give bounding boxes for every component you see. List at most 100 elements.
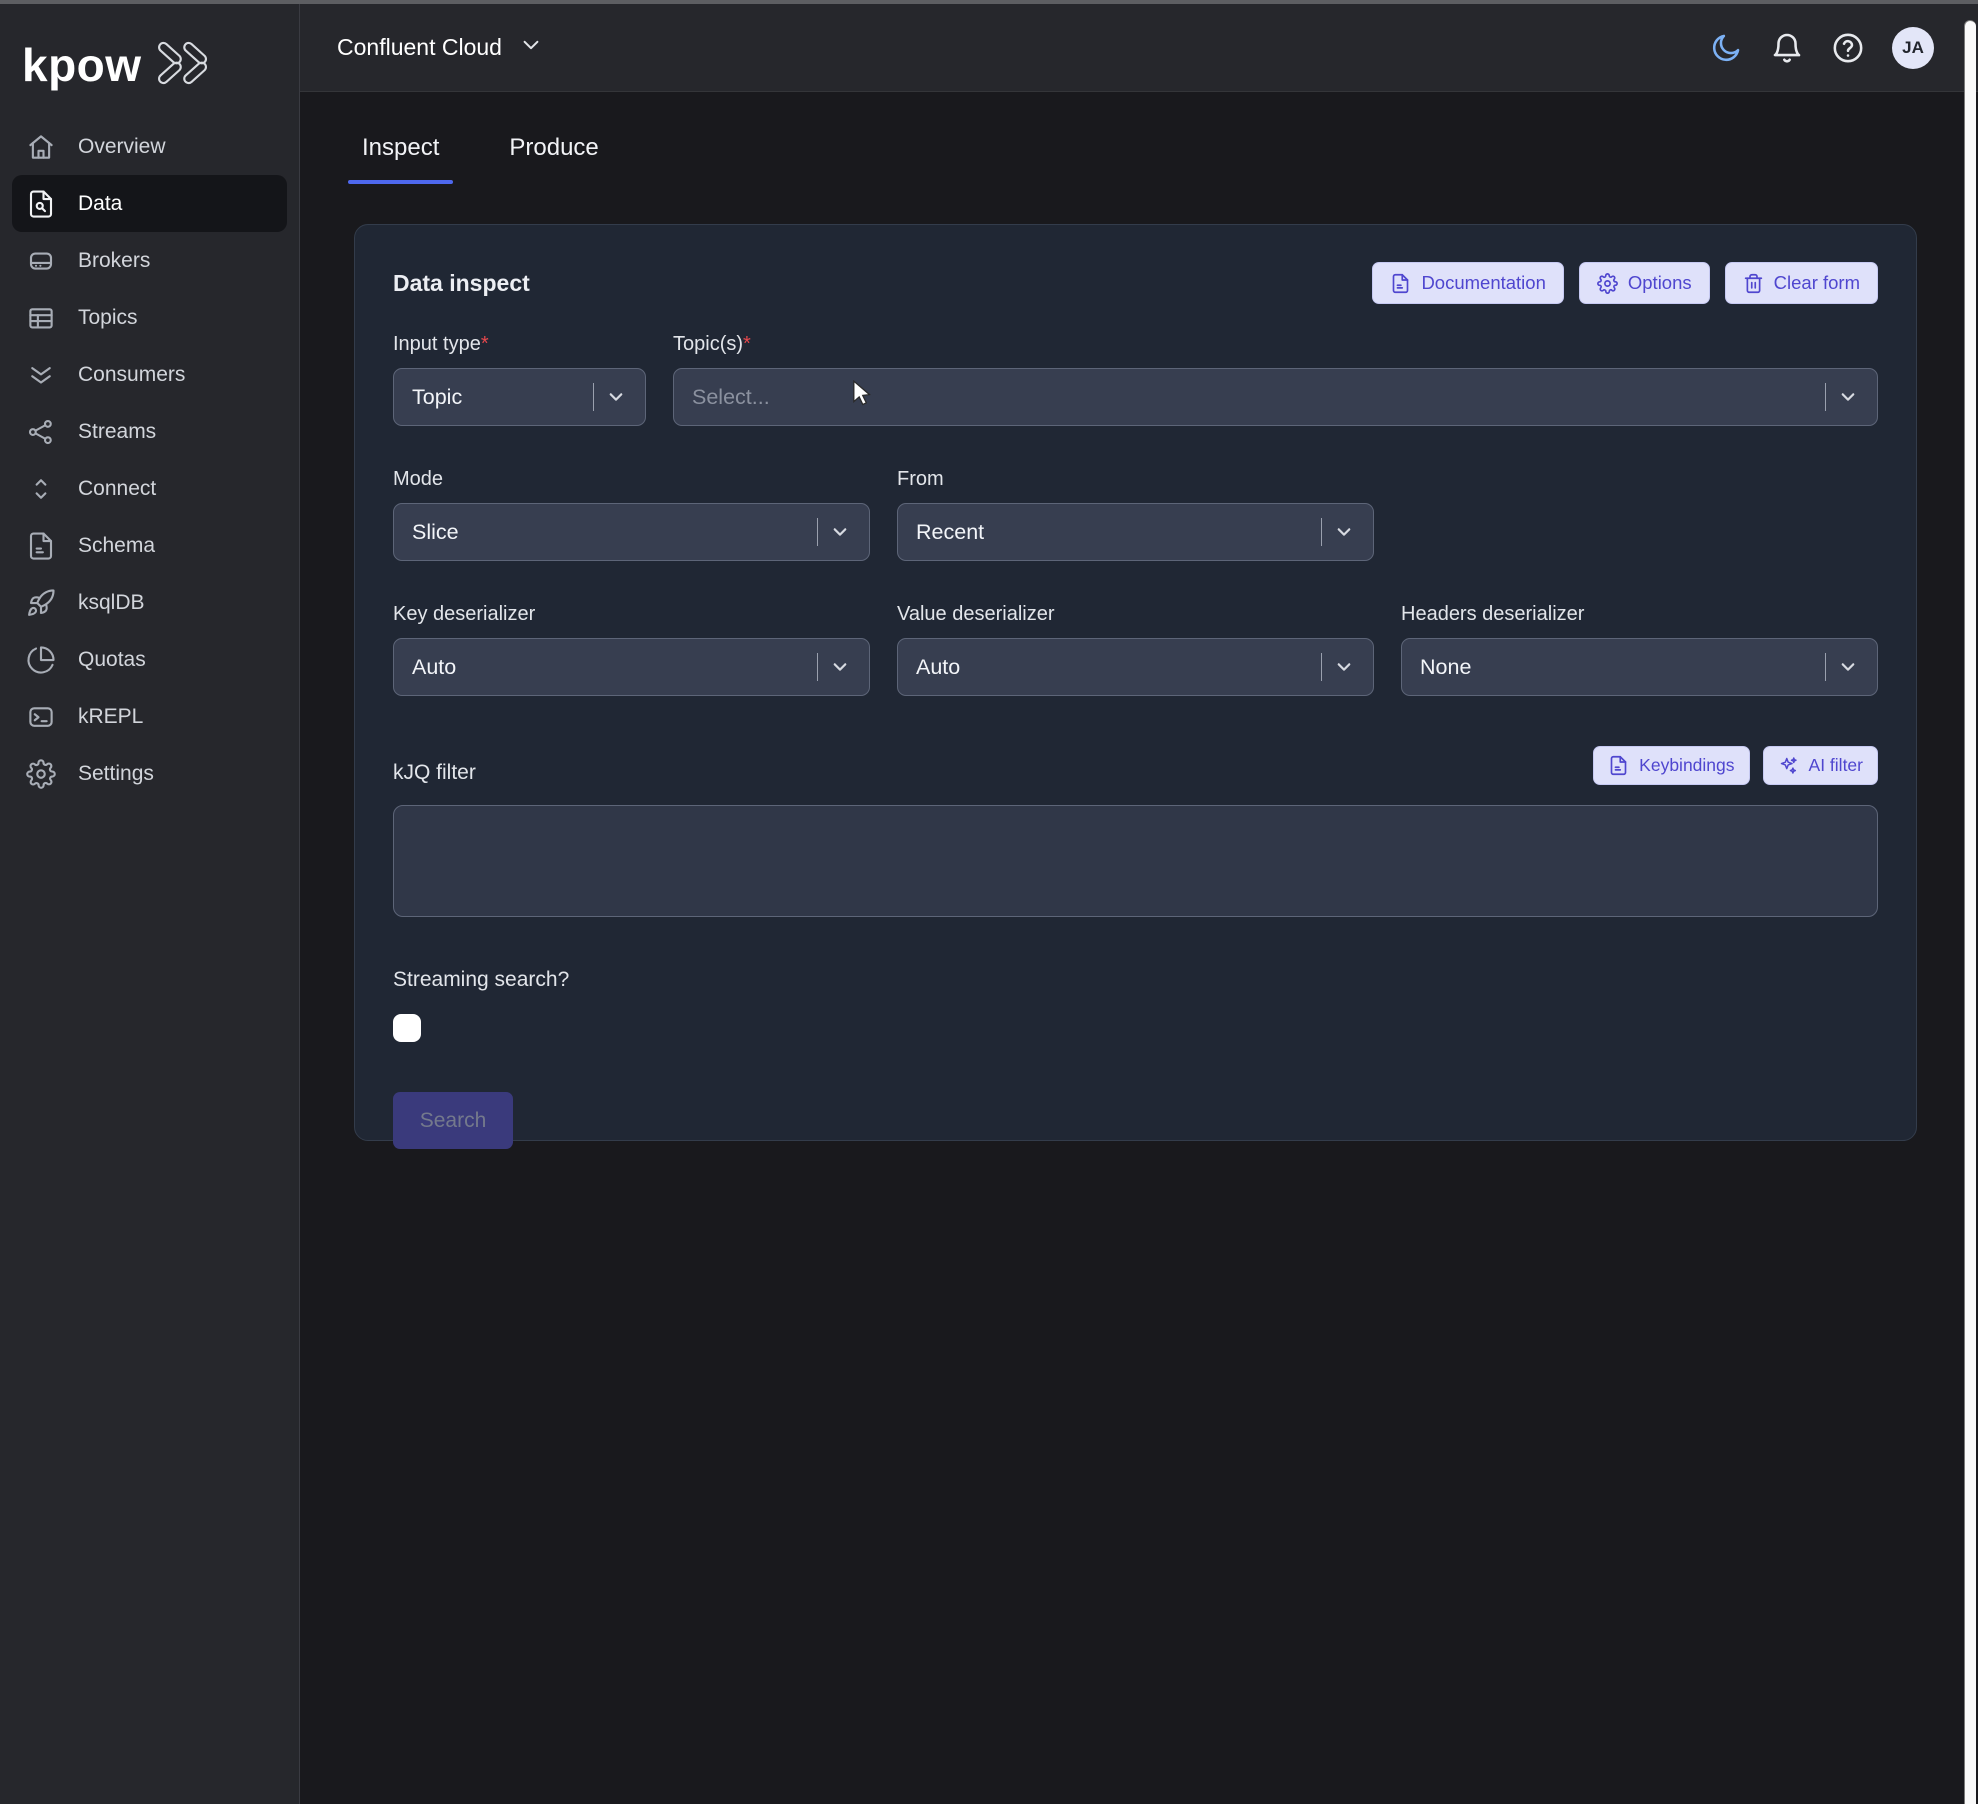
chevron-down-icon — [1335, 523, 1373, 541]
ai-filter-button[interactable]: AI filter — [1763, 746, 1878, 785]
environment-switcher[interactable]: Confluent Cloud — [337, 34, 542, 62]
sidebar-item-streams[interactable]: Streams — [0, 403, 299, 460]
gear-icon — [26, 759, 56, 789]
tab-inspect[interactable]: Inspect — [354, 128, 447, 184]
panel-title: Data inspect — [393, 270, 530, 297]
sidebar: kpow Overview Data — [0, 4, 300, 1804]
topics-select[interactable]: Select... — [673, 368, 1878, 426]
data-inspect-panel: Data inspect Documentation Options — [354, 224, 1917, 1141]
chevron-down-icon — [831, 658, 869, 676]
streaming-search-label: Streaming search? — [393, 968, 1878, 992]
headers-deserializer-select[interactable]: None — [1401, 638, 1878, 696]
sidebar-item-settings[interactable]: Settings — [0, 745, 299, 802]
key-deserializer-label: Key deserializer — [393, 603, 870, 626]
value-deserializer-select[interactable]: Auto — [897, 638, 1374, 696]
bell-icon[interactable] — [1770, 31, 1804, 65]
sidebar-item-overview[interactable]: Overview — [0, 118, 299, 175]
sidebar-item-topics[interactable]: Topics — [0, 289, 299, 346]
topbar-icons: JA — [1709, 27, 1934, 69]
sidebar-item-ksqldb[interactable]: ksqlDB — [0, 574, 299, 631]
mode-label: Mode — [393, 468, 870, 491]
moon-icon[interactable] — [1709, 31, 1743, 65]
sidebar-item-quotas[interactable]: Quotas — [0, 631, 299, 688]
sidebar-item-schema[interactable]: Schema — [0, 517, 299, 574]
pie-chart-icon — [26, 645, 56, 675]
sidebar-item-data[interactable]: Data — [12, 175, 287, 232]
main-content: Inspect Produce Data inspect Documentati… — [300, 92, 1978, 1804]
kjq-filter-input[interactable] — [393, 805, 1878, 917]
sidebar-nav: Overview Data Brokers — [0, 118, 299, 802]
sidebar-item-krepl[interactable]: kREPL — [0, 688, 299, 745]
from-field: From Recent — [897, 468, 1374, 561]
documentation-button[interactable]: Documentation — [1372, 262, 1563, 304]
sidebar-item-label: Data — [78, 192, 122, 216]
sidebar-item-label: Brokers — [78, 249, 150, 273]
mouse-cursor — [852, 380, 872, 408]
file-text-icon — [1608, 755, 1629, 776]
headers-deserializer-label: Headers deserializer — [1401, 603, 1878, 626]
gear-icon — [1597, 273, 1618, 294]
options-button[interactable]: Options — [1579, 262, 1710, 304]
tab-produce[interactable]: Produce — [501, 128, 606, 184]
streaming-search-checkbox[interactable] — [393, 1014, 421, 1042]
rocket-icon — [26, 588, 56, 618]
sidebar-item-connect[interactable]: Connect — [0, 460, 299, 517]
home-icon — [26, 132, 56, 162]
help-circle-icon[interactable] — [1831, 31, 1865, 65]
key-deserializer-field: Key deserializer Auto — [393, 603, 870, 696]
environment-name: Confluent Cloud — [337, 34, 502, 61]
chevron-down-icon — [1839, 388, 1877, 406]
chevrons-down-icon — [26, 360, 56, 390]
search-button[interactable]: Search — [393, 1092, 513, 1149]
sidebar-item-label: Streams — [78, 420, 156, 444]
topics-field: Topic(s)* Select... — [673, 333, 1878, 426]
value-deserializer-label: Value deserializer — [897, 603, 1374, 626]
headers-deserializer-field: Headers deserializer None — [1401, 603, 1878, 696]
window-top-edge — [0, 0, 1978, 4]
clear-form-button[interactable]: Clear form — [1725, 262, 1878, 304]
sidebar-item-label: ksqlDB — [78, 591, 145, 615]
kpow-logo-text: kpow — [22, 38, 142, 92]
table-icon — [26, 303, 56, 333]
input-type-field: Input type* Topic — [393, 333, 646, 426]
from-select[interactable]: Recent — [897, 503, 1374, 561]
sidebar-item-label: Settings — [78, 762, 154, 786]
sidebar-item-label: kREPL — [78, 705, 143, 729]
panel-actions: Documentation Options Clear form — [1372, 262, 1878, 304]
input-type-select[interactable]: Topic — [393, 368, 646, 426]
sidebar-item-label: Connect — [78, 477, 156, 501]
terminal-icon — [26, 702, 56, 732]
share-icon — [26, 417, 56, 447]
from-label: From — [897, 468, 1374, 491]
keybindings-button[interactable]: Keybindings — [1593, 746, 1749, 785]
tab-bar: Inspect Produce — [354, 128, 1978, 184]
key-deserializer-select[interactable]: Auto — [393, 638, 870, 696]
trash-icon — [1743, 273, 1764, 294]
value-deserializer-field: Value deserializer Auto — [897, 603, 1374, 696]
mode-select[interactable]: Slice — [393, 503, 870, 561]
sidebar-item-label: Quotas — [78, 648, 146, 672]
file-search-icon — [26, 189, 56, 219]
chevron-down-icon — [831, 523, 869, 541]
mode-field: Mode Slice — [393, 468, 870, 561]
server-icon — [26, 246, 56, 276]
kjq-filter-label: kJQ filter — [393, 761, 476, 785]
file-icon — [26, 531, 56, 561]
sidebar-item-label: Consumers — [78, 363, 185, 387]
double-chevron-right-icon — [156, 40, 218, 91]
file-text-icon — [1390, 273, 1411, 294]
kpow-logo[interactable]: kpow — [0, 4, 299, 96]
sidebar-item-label: Topics — [78, 306, 138, 330]
kjq-filter-buttons: Keybindings AI filter — [1593, 746, 1878, 785]
page-scrollbar[interactable] — [1964, 20, 1976, 1804]
topbar: Confluent Cloud JA — [300, 4, 1978, 92]
chevron-down-icon — [607, 388, 645, 406]
sparkles-icon — [1778, 755, 1799, 776]
sidebar-item-label: Schema — [78, 534, 155, 558]
chevron-down-icon — [520, 34, 542, 62]
sidebar-item-consumers[interactable]: Consumers — [0, 346, 299, 403]
chevron-down-icon — [1839, 658, 1877, 676]
avatar[interactable]: JA — [1892, 27, 1934, 69]
sidebar-item-brokers[interactable]: Brokers — [0, 232, 299, 289]
unfold-icon — [26, 474, 56, 504]
